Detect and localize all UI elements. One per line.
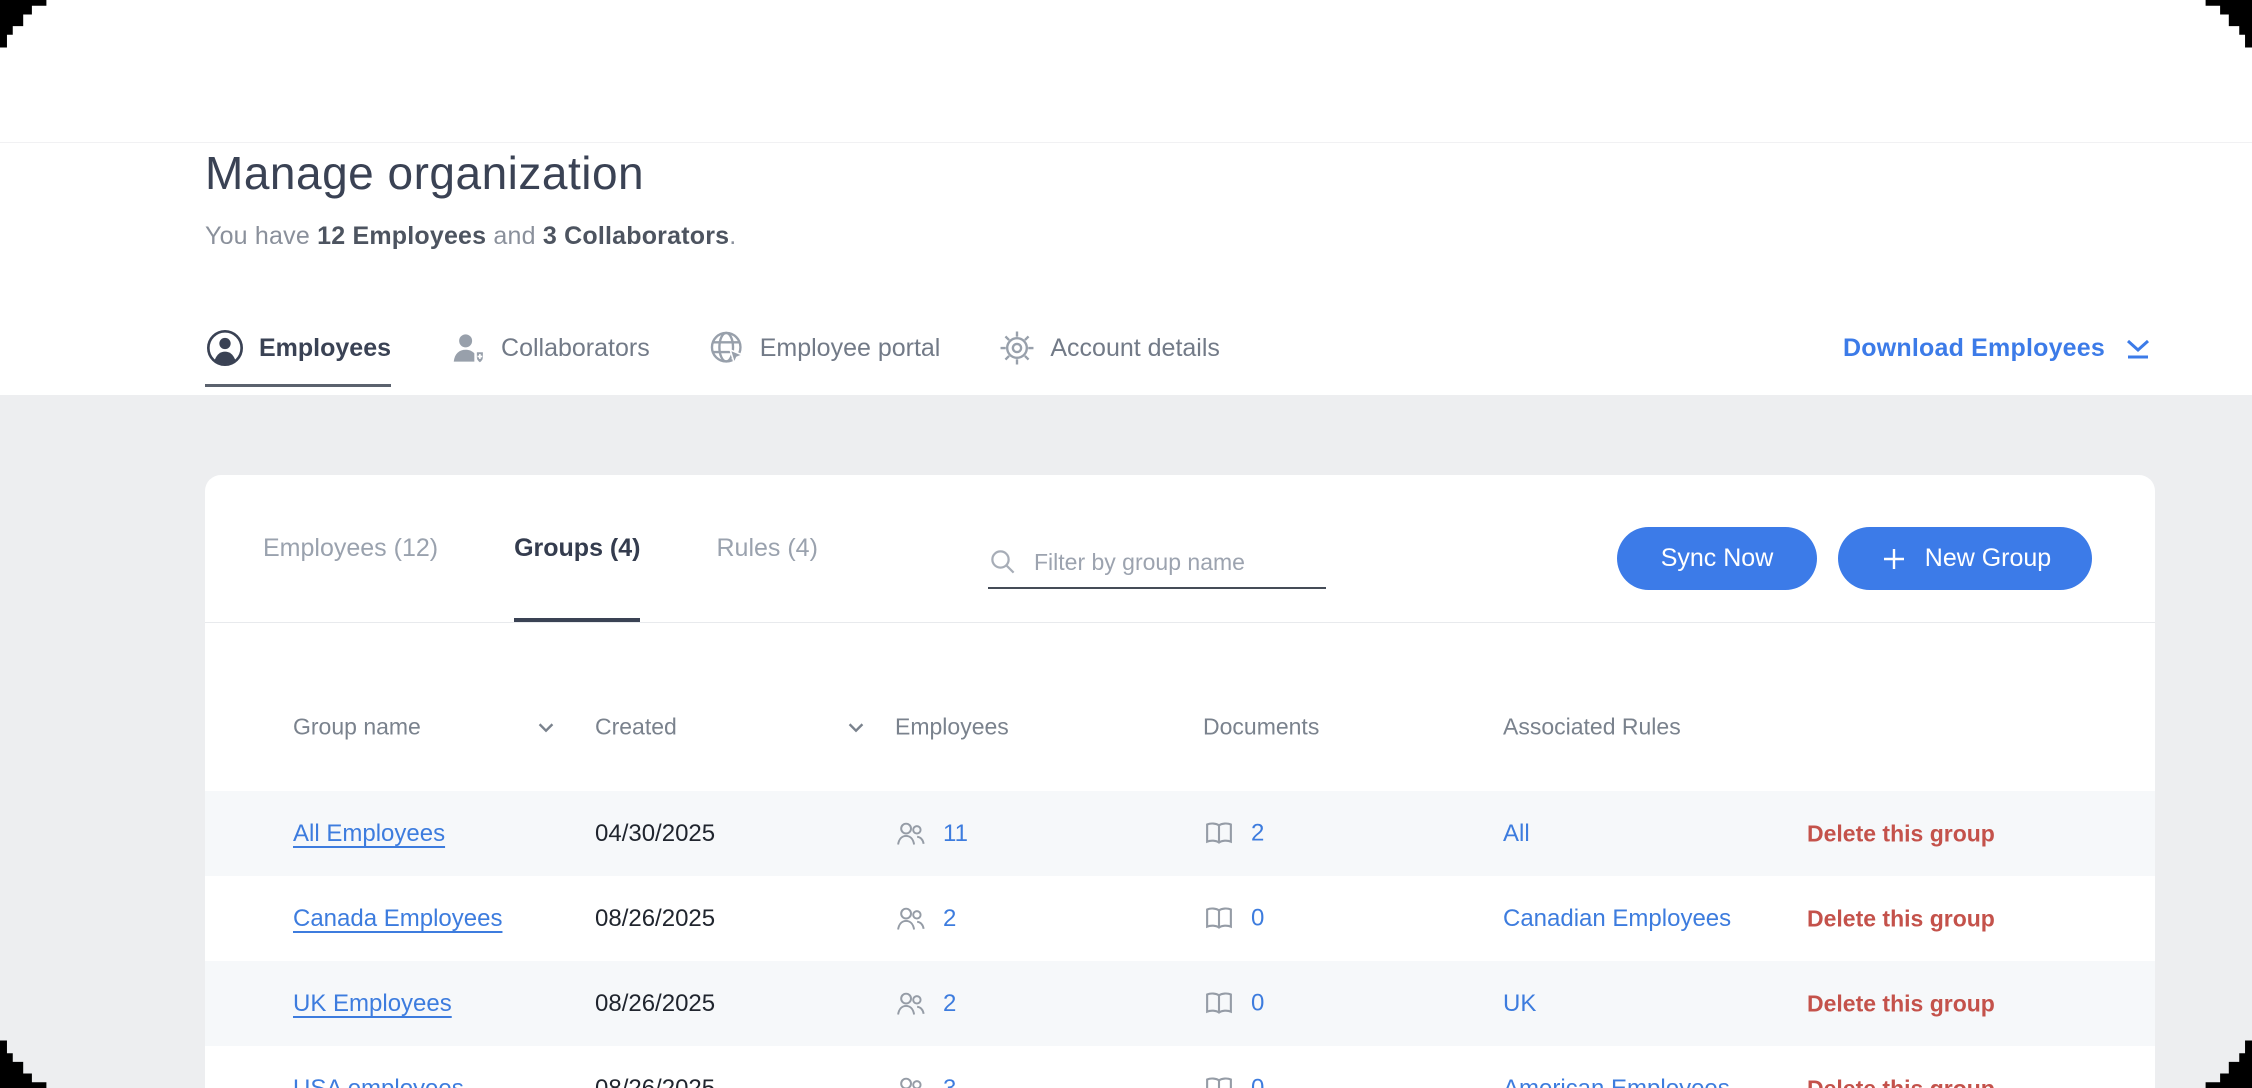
documents-count-cell: 0 (1203, 989, 1264, 1018)
group-name-link[interactable]: USA employees (293, 1075, 464, 1088)
documents-count-cell: 0 (1203, 904, 1264, 933)
associated-rules-link[interactable]: All (1503, 820, 1530, 848)
page-subtitle: You have 12 Employees and 3 Collaborator… (205, 222, 736, 251)
new-group-button[interactable]: New Group (1838, 527, 2092, 590)
tab-rules-label: Rules (4) (716, 534, 817, 563)
documents-count-link[interactable]: 0 (1251, 1075, 1264, 1088)
table-row: USA employees 08/26/2025 3 0 American Em… (205, 1046, 2155, 1088)
created-date: 08/26/2025 (595, 990, 715, 1018)
column-header-documents: Documents (1203, 714, 1319, 741)
group-name-link[interactable]: All Employees (293, 820, 445, 848)
sort-chevron-icon[interactable] (535, 716, 557, 738)
download-chevron-icon (2121, 333, 2155, 363)
group-filter (988, 537, 1326, 589)
documents-count-link[interactable]: 0 (1251, 990, 1264, 1018)
people-icon (895, 990, 927, 1017)
filter-group-input[interactable] (1032, 548, 1332, 577)
table-row: UK Employees 08/26/2025 2 0 UK Delete th… (205, 961, 2155, 1046)
tab-account-details[interactable]: Account details (998, 303, 1220, 393)
column-header-group-name[interactable]: Group name (293, 714, 421, 741)
book-icon (1203, 819, 1235, 848)
page-title: Manage organization (205, 146, 644, 200)
download-employees-label: Download Employees (1843, 334, 2105, 363)
column-label-documents: Documents (1203, 714, 1319, 740)
book-icon (1203, 904, 1235, 933)
new-group-label: New Group (1925, 544, 2051, 573)
documents-count-link[interactable]: 2 (1251, 820, 1264, 848)
associated-rules-link[interactable]: Canadian Employees (1503, 905, 1731, 933)
download-employees-link[interactable]: Download Employees (1843, 333, 2155, 363)
main-tab-bar: Employees Collaborators (205, 303, 2155, 393)
tab-account-details-label: Account details (1050, 334, 1220, 363)
tab-employees-label: Employees (259, 334, 391, 363)
card-header: Employees (12) Groups (4) Rules (4) Sync… (205, 475, 2155, 623)
people-icon (895, 820, 927, 847)
tab-collaborators[interactable]: Collaborators (449, 303, 650, 393)
search-icon (988, 547, 1018, 577)
sync-now-button[interactable]: Sync Now (1617, 527, 1817, 590)
tab-employees-count-label: Employees (12) (263, 534, 438, 563)
documents-count-cell: 2 (1203, 819, 1264, 848)
delete-group-link[interactable]: Delete this group (1807, 820, 1995, 847)
column-header-created[interactable]: Created (595, 714, 677, 741)
employees-count-link[interactable]: 2 (943, 905, 956, 933)
sync-now-label: Sync Now (1661, 544, 1774, 573)
people-icon (895, 1075, 927, 1088)
associated-rules-link[interactable]: UK (1503, 990, 1536, 1018)
user-circle-icon (205, 328, 245, 368)
table-row: Canada Employees 08/26/2025 2 0 Canadian… (205, 876, 2155, 961)
subtitle-prefix: You have (205, 222, 317, 250)
table-header: Group name Created Employees Documents A… (205, 623, 2155, 791)
page-header: Manage organization You have 12 Employee… (0, 0, 2252, 395)
subtitle-middle: and (486, 222, 543, 250)
documents-count-link[interactable]: 0 (1251, 905, 1264, 933)
group-name-link[interactable]: UK Employees (293, 990, 452, 1018)
gear-icon (998, 329, 1036, 367)
table-row: All Employees 04/30/2025 11 2 All Delete… (205, 791, 2155, 876)
user-shield-icon (449, 329, 487, 367)
group-name-link[interactable]: Canada Employees (293, 905, 502, 933)
tab-rules[interactable]: Rules (4) (716, 475, 817, 622)
tab-employees-count[interactable]: Employees (12) (263, 475, 438, 622)
book-icon (1203, 989, 1235, 1018)
plus-icon (1879, 544, 1909, 574)
people-icon (895, 905, 927, 932)
tab-groups-label: Groups (4) (514, 534, 640, 563)
employees-count-link[interactable]: 11 (943, 820, 968, 848)
employees-count-cell: 11 (895, 820, 968, 848)
created-date: 08/26/2025 (595, 905, 715, 933)
sort-chevron-icon[interactable] (845, 716, 867, 738)
employees-count-cell: 3 (895, 1075, 956, 1088)
associated-rules-link[interactable]: American Employees (1503, 1075, 1730, 1088)
documents-count-cell: 0 (1203, 1074, 1264, 1088)
column-label-employees: Employees (895, 714, 1009, 740)
delete-group-link[interactable]: Delete this group (1807, 990, 1995, 1017)
delete-group-link[interactable]: Delete this group (1807, 905, 1995, 932)
column-header-associated-rules: Associated Rules (1503, 714, 1681, 741)
subtitle-suffix: . (729, 222, 736, 250)
column-header-employees: Employees (895, 714, 1009, 741)
tab-collaborators-label: Collaborators (501, 334, 650, 363)
tab-groups[interactable]: Groups (4) (514, 475, 640, 622)
groups-card: Employees (12) Groups (4) Rules (4) Sync… (205, 475, 2155, 1088)
employees-count-link[interactable]: 3 (943, 1075, 956, 1088)
column-label-associated-rules: Associated Rules (1503, 714, 1681, 740)
column-label-group-name: Group name (293, 714, 421, 741)
book-icon (1203, 1074, 1235, 1088)
column-label-created: Created (595, 714, 677, 741)
created-date: 08/26/2025 (595, 1075, 715, 1088)
tab-employee-portal-label: Employee portal (760, 334, 941, 363)
tab-employee-portal[interactable]: Employee portal (708, 303, 941, 393)
header-divider (0, 142, 2252, 143)
employees-count-cell: 2 (895, 905, 956, 933)
card-tab-bar: Employees (12) Groups (4) Rules (4) (263, 475, 818, 622)
employees-count: 12 Employees (317, 222, 486, 250)
tab-employees[interactable]: Employees (205, 303, 391, 393)
created-date: 04/30/2025 (595, 820, 715, 848)
employees-count-link[interactable]: 2 (943, 990, 956, 1018)
collaborators-count: 3 Collaborators (543, 222, 729, 250)
globe-cursor-icon (708, 329, 746, 367)
employees-count-cell: 2 (895, 990, 956, 1018)
delete-group-link[interactable]: Delete this group (1807, 1075, 1995, 1088)
